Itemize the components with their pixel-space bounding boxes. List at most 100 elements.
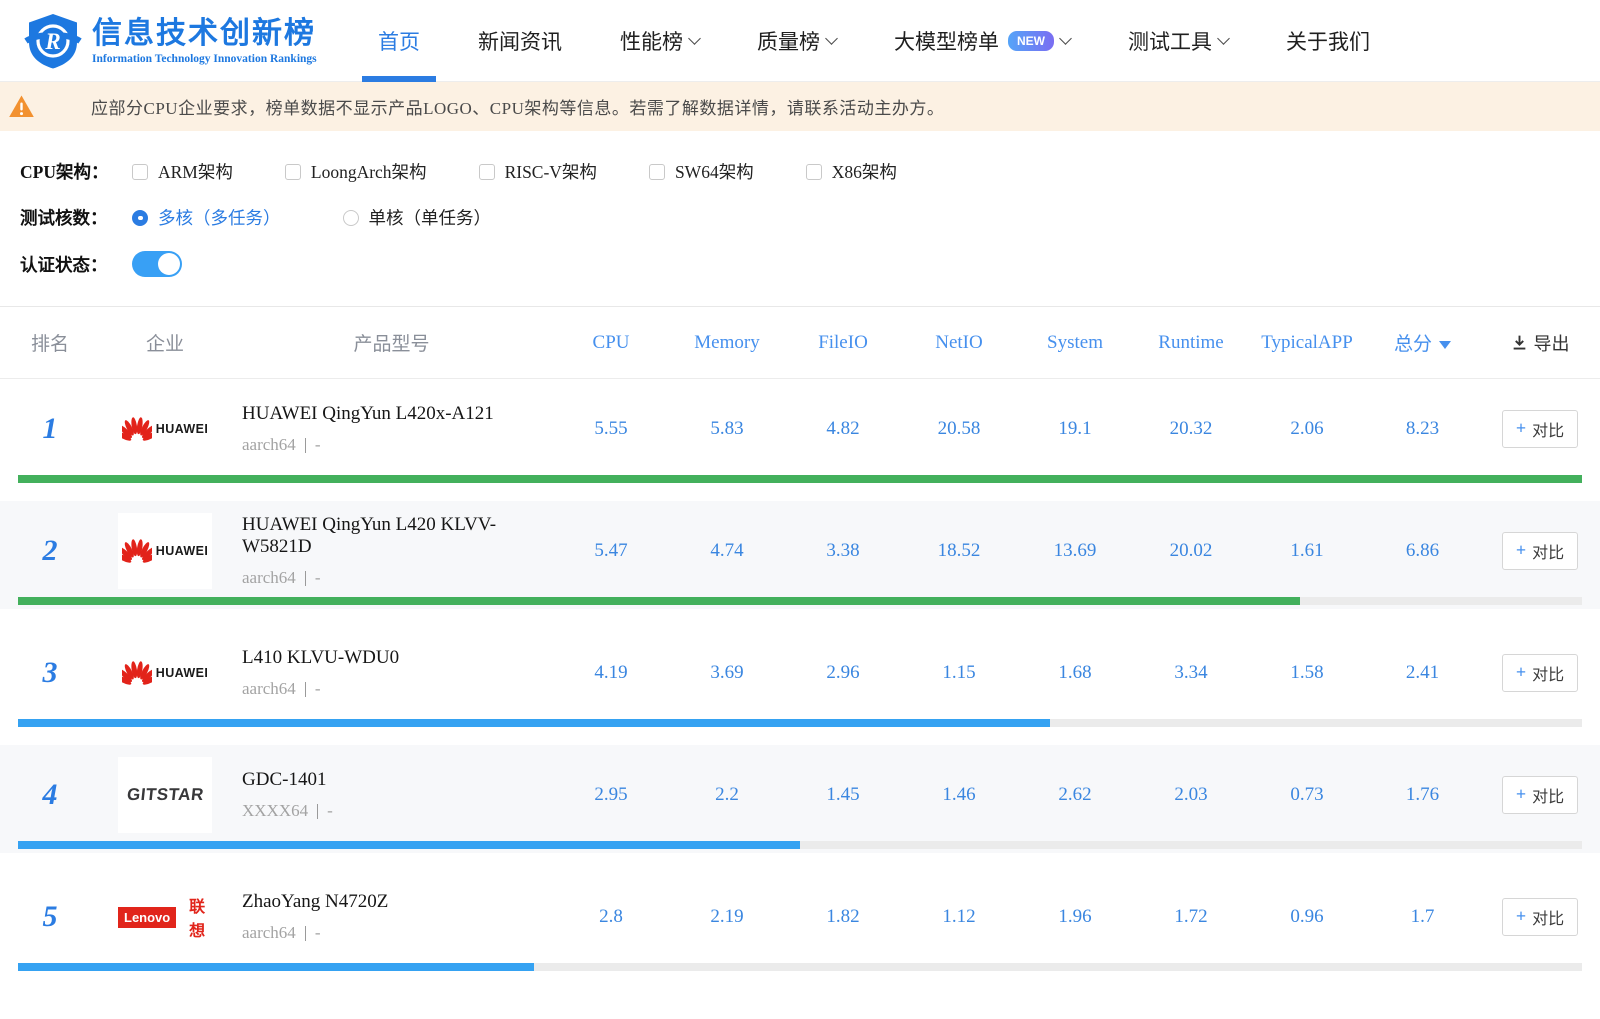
huawei-flower-icon — [122, 417, 152, 441]
product-name: HUAWEI QingYun L420x-A121 — [242, 403, 553, 425]
system-score: 13.69 — [1017, 540, 1133, 562]
system-score: 19.1 — [1017, 418, 1133, 440]
notice-text: 应部分CPU企业要求，榜单数据不显示产品LOGO、CPU架构等信息。若需了解数据… — [91, 94, 944, 119]
score-bar-track — [18, 475, 1582, 483]
typicalapp-score: 1.58 — [1249, 662, 1365, 684]
lenovo-cjk: 联想 — [182, 893, 212, 941]
cert-filter-label: 认证状态： — [20, 252, 132, 277]
score-bar-fill — [18, 719, 1050, 727]
nav-item[interactable]: 质量榜 — [757, 0, 836, 82]
checkbox[interactable] — [132, 164, 148, 180]
nav-item-label: 质量榜 — [757, 26, 820, 56]
checkbox[interactable] — [285, 164, 301, 180]
huawei-flower-icon — [122, 661, 152, 685]
nav-item[interactable]: 测试工具 — [1128, 0, 1228, 82]
export-button[interactable]: 导出 — [1480, 330, 1600, 356]
new-badge: NEW — [1008, 31, 1054, 51]
cpu-score: 5.55 — [553, 418, 669, 440]
fileio-score: 1.82 — [785, 906, 901, 928]
score-bar-track — [18, 963, 1582, 971]
compare-label: 对比 — [1532, 783, 1564, 807]
table-row: 5 Lenovo 联想 ZhaoYang N4720Z aarch64 — [0, 867, 1600, 975]
fileio-score: 4.82 — [785, 418, 901, 440]
plus-icon — [1516, 907, 1526, 927]
fileio-score: 2.96 — [785, 662, 901, 684]
radio-button[interactable] — [343, 210, 359, 226]
header-memory[interactable]: Memory — [669, 332, 785, 354]
subtitle-divider — [305, 682, 306, 697]
score-bar-track — [18, 841, 1582, 849]
cores-radio-option[interactable]: 多核（多任务） — [132, 205, 281, 230]
radio-label: 多核（多任务） — [158, 205, 281, 230]
product-name: HUAWEI QingYun L420 KLVV-W5821D — [242, 514, 553, 558]
table-row: 1 — [0, 379, 1600, 487]
total-score: 6.86 — [1365, 540, 1480, 562]
cores-radio-option[interactable]: 单核（单任务） — [343, 205, 492, 230]
chevron-down-icon — [825, 32, 838, 45]
compare-button[interactable]: 对比 — [1502, 532, 1578, 570]
company-logo: HUAWEI — [118, 513, 212, 589]
radio-button[interactable] — [132, 210, 148, 226]
top-navigation: R 信息技术创新榜 Information Technology Innovat… — [0, 0, 1600, 82]
svg-text:R: R — [44, 29, 60, 54]
filter-panel: CPU架构： ARM架构 LoongArch架构 RISC-V架构 SW64架构… — [0, 131, 1600, 306]
memory-score: 5.83 — [669, 418, 785, 440]
checkbox[interactable] — [649, 164, 665, 180]
compare-button[interactable]: 对比 — [1502, 898, 1578, 936]
compare-button[interactable]: 对比 — [1502, 776, 1578, 814]
arch-checkbox-option[interactable]: LoongArch架构 — [285, 159, 427, 184]
header-cpu[interactable]: CPU — [553, 332, 669, 354]
subtitle-divider — [305, 926, 306, 941]
table-header: 排名 企业 产品型号 CPU Memory FileIO NetIO Syste… — [0, 307, 1600, 379]
checkbox[interactable] — [479, 164, 495, 180]
header-total-label: 总分 — [1394, 334, 1432, 355]
arch-checkbox-option[interactable]: ARM架构 — [132, 159, 233, 184]
typicalapp-score: 1.61 — [1249, 540, 1365, 562]
netio-score: 1.12 — [901, 906, 1017, 928]
arch-checkbox-option[interactable]: X86架构 — [806, 159, 897, 184]
checkbox[interactable] — [806, 164, 822, 180]
huawei-wordmark: HUAWEI — [156, 666, 208, 680]
total-score: 2.41 — [1365, 662, 1480, 684]
nav-item[interactable]: 关于我们 — [1286, 0, 1370, 82]
runtime-score: 20.02 — [1133, 540, 1249, 562]
chevron-down-icon — [1059, 32, 1072, 45]
nav-item-label: 大模型榜单 — [894, 26, 999, 56]
compare-button[interactable]: 对比 — [1502, 654, 1578, 692]
brand-logo[interactable]: R 信息技术创新榜 Information Technology Innovat… — [24, 12, 344, 70]
chevron-down-icon — [688, 32, 701, 45]
plus-icon — [1516, 541, 1526, 561]
nav-item[interactable]: 大模型榜单 NEW — [894, 0, 1070, 82]
typicalapp-score: 0.96 — [1249, 906, 1365, 928]
product-arch: aarch64 — [242, 679, 296, 699]
score-bar-track — [18, 597, 1582, 605]
arch-checkbox-option[interactable]: SW64架构 — [649, 159, 754, 184]
nav-item[interactable]: 新闻资讯 — [478, 0, 562, 82]
arch-checkbox-option[interactable]: RISC-V架构 — [479, 159, 597, 184]
fileio-score: 1.45 — [785, 784, 901, 806]
compare-button[interactable]: 对比 — [1502, 410, 1578, 448]
memory-score: 3.69 — [669, 662, 785, 684]
download-icon — [1511, 334, 1528, 351]
checkbox-label: X86架构 — [832, 159, 897, 184]
cpu-score: 2.8 — [553, 906, 669, 928]
header-typicalapp[interactable]: TypicalAPP — [1249, 332, 1365, 354]
typicalapp-score: 0.73 — [1249, 784, 1365, 806]
rank-number: 5 — [43, 900, 58, 933]
nav-item[interactable]: 性能榜 — [620, 0, 699, 82]
nav-item-label: 关于我们 — [1286, 26, 1370, 56]
huawei-wordmark: HUAWEI — [156, 422, 208, 436]
certification-toggle[interactable] — [132, 251, 182, 277]
header-total-sort[interactable]: 总分 — [1365, 329, 1480, 356]
product-arch-note: - — [315, 923, 321, 943]
header-runtime[interactable]: Runtime — [1133, 332, 1249, 354]
header-system[interactable]: System — [1017, 332, 1133, 354]
lenovo-logo: Lenovo 联想 — [118, 893, 212, 941]
score-bar-fill — [18, 597, 1300, 605]
plus-icon — [1516, 663, 1526, 683]
header-netio[interactable]: NetIO — [901, 332, 1017, 354]
compare-label: 对比 — [1532, 539, 1564, 563]
nav-item[interactable]: 首页 — [378, 0, 420, 82]
header-fileio[interactable]: FileIO — [785, 332, 901, 354]
total-score: 8.23 — [1365, 418, 1480, 440]
